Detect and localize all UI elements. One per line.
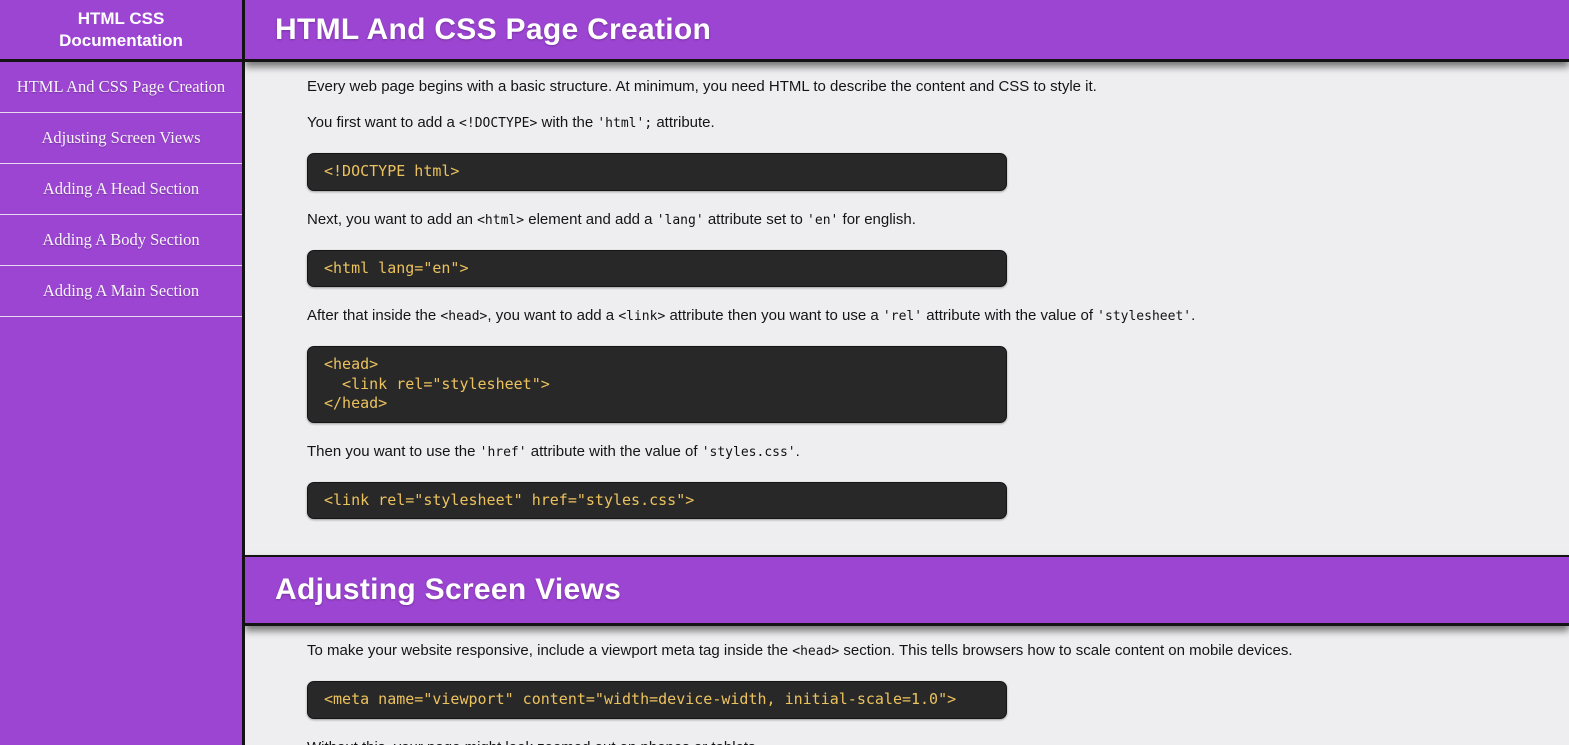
section-title: Adjusting Screen Views xyxy=(275,573,622,606)
paragraph-text: , you want to add a xyxy=(487,307,619,324)
sidebar-item-adding-a-head-section[interactable]: Adding A Head Section xyxy=(0,164,242,215)
inline-code: 'styles.css' xyxy=(701,444,796,460)
inline-code: 'href' xyxy=(479,444,527,460)
paragraph-text: element and add a xyxy=(524,210,657,228)
paragraph-text: section. This tells browsers how to scal… xyxy=(839,642,1293,659)
paragraph-text: for english. xyxy=(838,210,916,228)
section-title: HTML And CSS Page Creation xyxy=(275,12,712,46)
code-block: <link rel="stylesheet" href="styles.css"… xyxy=(307,481,1007,519)
code-line: <meta name="viewport" content="width=dev… xyxy=(324,690,957,708)
inline-code: 'lang' xyxy=(656,212,704,228)
sidebar-item-adding-a-body-section[interactable]: Adding A Body Section xyxy=(0,215,242,266)
paragraph-text: You first want to add a xyxy=(307,114,460,131)
sidebar-item-adding-a-main-section[interactable]: Adding A Main Section xyxy=(0,266,242,317)
code-block: <!DOCTYPE html> xyxy=(307,153,1007,191)
code-line: </head> xyxy=(324,394,388,412)
section-header-band: Adjusting Screen Views xyxy=(245,555,1569,626)
section-header-band: HTML And CSS Page Creation xyxy=(245,0,1569,62)
inline-code: <head> xyxy=(440,309,488,324)
sidebar-item-label: Adding A Head Section xyxy=(42,179,200,198)
paragraph-text: . xyxy=(795,442,800,460)
sidebar-item-label: Adding A Main Section xyxy=(42,281,200,300)
inline-code: 'rel' xyxy=(882,309,923,324)
paragraph-text: attribute then you want to use a xyxy=(665,307,883,324)
paragraph-text: with the xyxy=(537,114,598,131)
code-block: <meta name="viewport" content="width=dev… xyxy=(307,681,1007,719)
paragraph-text: attribute with the value of xyxy=(526,442,702,460)
inline-code: 'stylesheet' xyxy=(1097,309,1192,324)
paragraph-text: Without this, your page might look zoome… xyxy=(307,739,760,745)
doc-paragraph: Next, you want to add an <html> element … xyxy=(307,211,1529,230)
paragraph-text: Then you want to use the xyxy=(307,442,480,460)
inline-code: <link> xyxy=(618,309,666,324)
inline-code: 'html'; xyxy=(597,116,653,131)
doc-paragraph: Every web page begins with a basic struc… xyxy=(307,78,1529,96)
code-line: <!DOCTYPE html> xyxy=(324,162,460,180)
inline-code: <head> xyxy=(792,644,840,659)
paragraph-text: attribute with the value of xyxy=(922,307,1098,324)
paragraph-text: After that inside the xyxy=(307,307,441,324)
code-line: <link rel="stylesheet" href="styles.css"… xyxy=(324,490,695,509)
doc-paragraph: After that inside the <head>, you want t… xyxy=(307,307,1529,326)
doc-paragraph: Without this, your page might look zoome… xyxy=(307,739,1529,745)
sidebar-item-label: Adjusting Screen Views xyxy=(41,128,201,147)
sidebar-item-label: HTML And CSS Page Creation xyxy=(16,77,226,96)
code-line: <html lang="en"> xyxy=(324,258,469,277)
paragraph-text: . xyxy=(1191,307,1196,324)
doc-paragraph: Then you want to use the 'href' attribut… xyxy=(307,443,1529,462)
section-content: Every web page begins with a basic struc… xyxy=(245,62,1569,555)
inline-code: 'en' xyxy=(807,212,839,228)
paragraph-text: attribute set to xyxy=(703,210,808,228)
sidebar-item-label: Adding A Body Section xyxy=(42,230,200,249)
sidebar-title: HTML CSS Documentation xyxy=(0,0,242,62)
code-line: <link rel="stylesheet"> xyxy=(324,374,550,393)
paragraph-text: Every web page begins with a basic struc… xyxy=(307,78,1097,95)
code-line: <head> xyxy=(324,355,379,373)
paragraph-text: To make your website responsive, include… xyxy=(307,642,793,659)
doc-paragraph: You first want to add a <!DOCTYPE> with … xyxy=(307,114,1529,133)
code-block: <head> <link rel="stylesheet"> </head> xyxy=(307,346,1007,423)
sidebar-item-html-and-css-page-creation[interactable]: HTML And CSS Page Creation xyxy=(0,62,242,113)
sidebar-nav: HTML And CSS Page Creation Adjusting Scre… xyxy=(0,62,242,317)
paragraph-text: attribute. xyxy=(652,114,715,131)
section-content: To make your website responsive, include… xyxy=(245,626,1569,745)
inline-code: <html> xyxy=(477,212,525,228)
doc-paragraph: To make your website responsive, include… xyxy=(307,642,1529,661)
code-block: <html lang="en"> xyxy=(307,249,1007,287)
sidebar-item-adjusting-screen-views[interactable]: Adjusting Screen Views xyxy=(0,113,242,164)
sidebar: HTML CSS Documentation HTML And CSS Page… xyxy=(0,0,245,745)
main-content: HTML And CSS Page Creation Every web page… xyxy=(245,0,1569,745)
inline-code: <!DOCTYPE> xyxy=(459,116,538,131)
paragraph-text: Next, you want to add an xyxy=(307,210,478,228)
